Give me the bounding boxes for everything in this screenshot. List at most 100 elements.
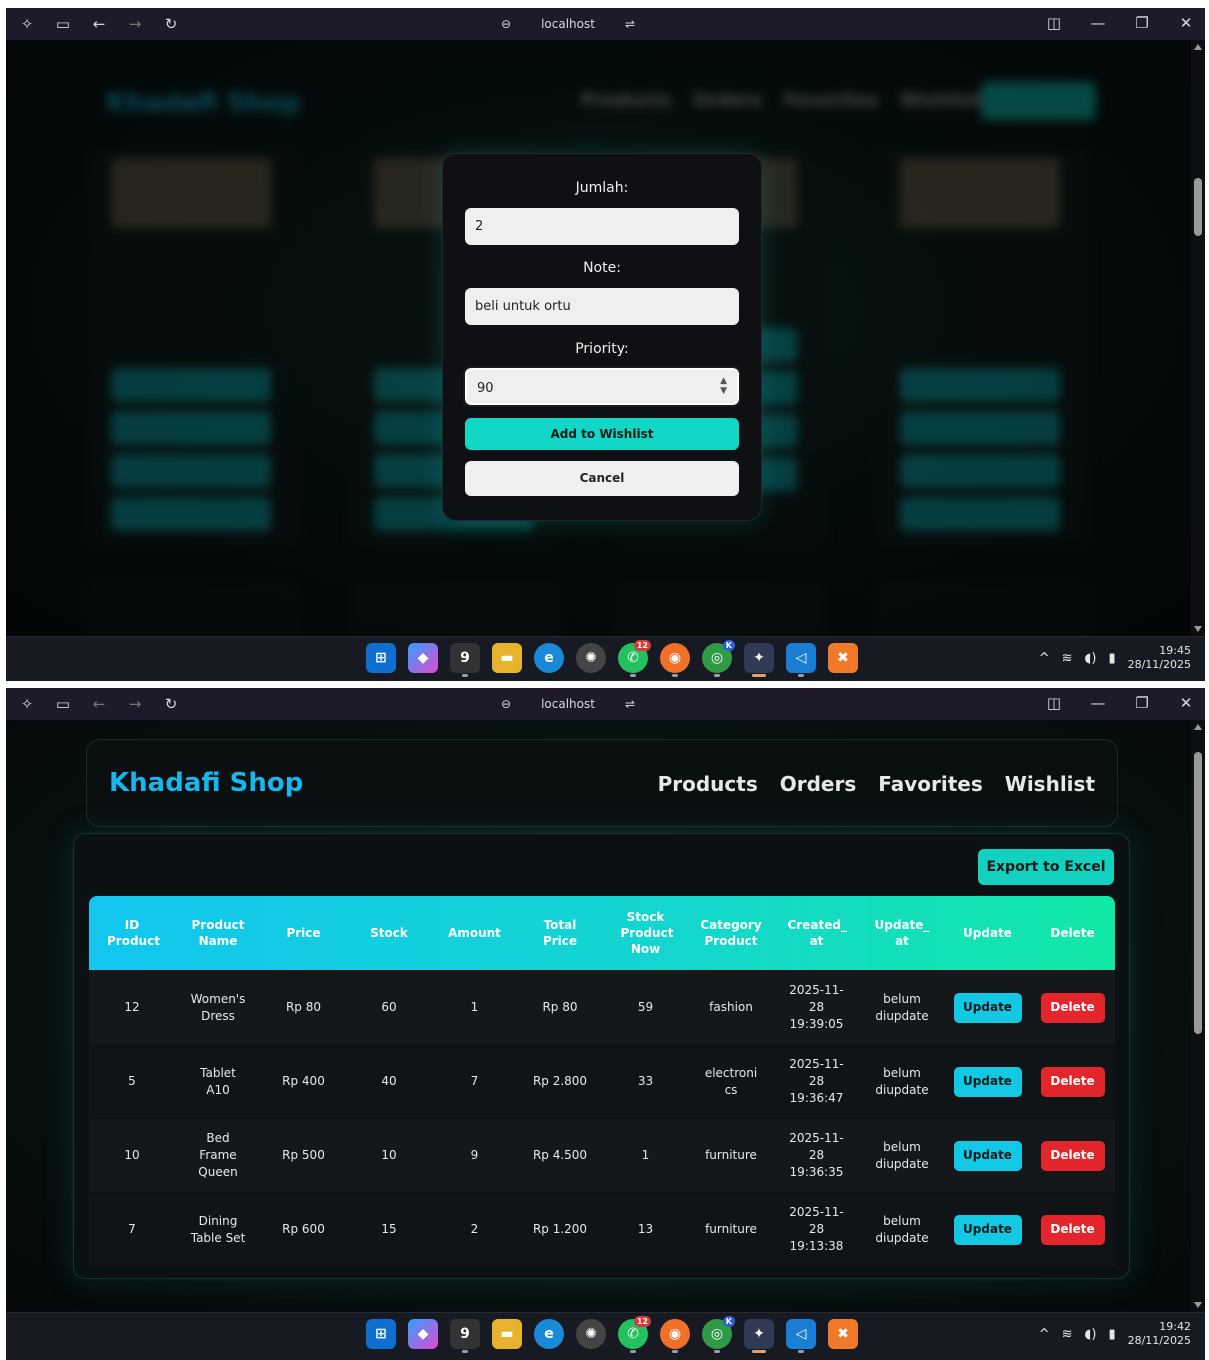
nav-products[interactable]: Products — [658, 772, 758, 796]
forward-icon[interactable]: → — [126, 15, 144, 33]
sidebar-icon[interactable]: ▭ — [54, 15, 72, 33]
back-icon[interactable]: ← — [90, 695, 108, 713]
delete-button[interactable]: Delete — [1040, 1214, 1105, 1245]
browser-app-icon[interactable]: ✦ — [744, 1319, 774, 1353]
forward-icon[interactable]: → — [126, 695, 144, 713]
chatgpt-icon[interactable]: ✺ — [576, 643, 606, 673]
cancel-button[interactable]: Cancel — [465, 461, 739, 496]
scroll-up-icon[interactable] — [1194, 44, 1202, 50]
wifi-icon[interactable]: ≋ — [1062, 651, 1073, 666]
chrome-icon[interactable]: ◎ K — [702, 1316, 735, 1353]
close-icon[interactable]: ✕ — [1175, 693, 1197, 713]
edge-icon[interactable]: e — [534, 1319, 564, 1349]
windows-start-icon[interactable]: ⊞ — [366, 1319, 396, 1349]
whatsapp-icon[interactable]: ✆ 12 — [618, 640, 651, 677]
scroll-thumb[interactable] — [1194, 752, 1202, 1034]
export-excel-button[interactable]: Export to Excel — [978, 849, 1114, 885]
tune-icon[interactable]: ⇌ — [625, 696, 635, 712]
delete-button[interactable]: Delete — [1040, 992, 1105, 1023]
browser-app-icon[interactable]: ✦ — [744, 643, 774, 677]
refresh-icon[interactable]: ↻ — [162, 15, 180, 33]
battery-icon[interactable]: ▮ — [1108, 1327, 1115, 1342]
refresh-icon[interactable]: ↻ — [162, 695, 180, 713]
cell-stock-now: 33 — [637, 1074, 654, 1088]
column-header: Stock Product Now — [620, 910, 674, 956]
volume-icon[interactable]: ◖) — [1085, 1327, 1097, 1342]
edge-icon[interactable]: e — [534, 643, 564, 673]
file-explorer-icon[interactable]: ▬ — [492, 643, 522, 673]
windows-start-icon[interactable]: ⊞ — [366, 643, 396, 673]
chevron-up-icon[interactable]: ^ — [1039, 651, 1050, 666]
wifi-icon[interactable]: ≋ — [1062, 1327, 1073, 1342]
copilot-icon[interactable]: ◆ — [408, 1319, 438, 1349]
g-app-icon[interactable]: 9 — [450, 1319, 480, 1353]
link-icon[interactable]: ⊖ — [501, 696, 511, 712]
scroll-up-icon[interactable] — [1194, 724, 1202, 730]
delete-button[interactable]: Delete — [1040, 1140, 1105, 1171]
volume-icon[interactable]: ◖) — [1085, 651, 1097, 666]
update-button[interactable]: Update — [953, 992, 1022, 1023]
cell-category: furniture — [705, 1222, 757, 1236]
sidebar-icon[interactable]: ▭ — [54, 695, 72, 713]
cell-total: Rp 80 — [542, 1000, 578, 1014]
priority-label: Priority: — [575, 341, 629, 357]
cell-stock-now: 59 — [637, 1000, 654, 1014]
cell-category: fashion — [709, 1000, 753, 1014]
page-viewport: Khadafi Shop Products Orders Favorites W… — [6, 720, 1205, 1312]
g-app-icon[interactable]: 9 — [450, 643, 480, 677]
scroll-down-icon[interactable] — [1194, 626, 1202, 632]
whatsapp-icon[interactable]: ✆ 12 — [618, 1316, 651, 1353]
minimize-icon[interactable]: — — [1087, 693, 1109, 713]
nav-favorites[interactable]: Favorites — [878, 772, 983, 796]
clock[interactable]: 19:42 28/11/2025 — [1128, 1320, 1191, 1348]
cell-total: Rp 2.800 — [532, 1074, 588, 1088]
priority-input[interactable]: 90 ▲ ▼ — [463, 366, 741, 407]
cell-update: Update — [945, 1119, 1030, 1192]
close-icon[interactable]: ✕ — [1175, 13, 1197, 33]
cell-stock: 15 — [381, 1222, 397, 1236]
xampp-icon[interactable]: ✖ — [828, 643, 858, 673]
screenshot-wishlist-modal: ✧ ▭ ← → ↻ ⊖ localhost ⇌ ◫ — ❐ ✕ Khadafi … — [6, 8, 1205, 681]
copilot-icon[interactable]: ◆ — [408, 643, 438, 673]
add-to-wishlist-button[interactable]: Add to Wishlist — [465, 418, 739, 450]
restore-icon[interactable]: ❐ — [1131, 693, 1153, 713]
vscode-icon[interactable]: ◁ — [786, 1319, 816, 1353]
cell-created: 2025-11-28 19:36:35 — [789, 1131, 844, 1179]
column-header: Created_ at — [787, 918, 847, 948]
note-input[interactable]: beli untuk ortu — [465, 288, 739, 325]
file-explorer-icon[interactable]: ▬ — [492, 1319, 522, 1349]
minimize-icon[interactable]: — — [1087, 13, 1109, 33]
update-button[interactable]: Update — [953, 1140, 1022, 1171]
scrollbar[interactable] — [1191, 720, 1205, 1312]
tune-icon[interactable]: ⇌ — [625, 16, 635, 32]
chrome-icon[interactable]: ◎ K — [702, 640, 735, 677]
split-icon[interactable]: ◫ — [1043, 693, 1065, 713]
brand-logo[interactable]: Khadafi Shop — [109, 768, 303, 798]
scroll-down-icon[interactable] — [1194, 1302, 1202, 1308]
sparkle-icon[interactable]: ✧ — [18, 15, 36, 33]
vscode-icon[interactable]: ◁ — [786, 643, 816, 677]
chevron-up-icon[interactable]: ^ — [1039, 1327, 1050, 1342]
restore-icon[interactable]: ❐ — [1131, 13, 1153, 33]
address-bar[interactable]: localhost — [541, 16, 595, 32]
nav-wishlist[interactable]: Wishlist — [1005, 772, 1095, 796]
battery-icon[interactable]: ▮ — [1108, 651, 1115, 666]
chatgpt-icon[interactable]: ✺ — [576, 1319, 606, 1349]
xampp-icon[interactable]: ✖ — [828, 1319, 858, 1349]
clock[interactable]: 19:45 28/11/2025 — [1128, 644, 1191, 672]
scrollbar[interactable] — [1191, 40, 1205, 636]
address-bar[interactable]: localhost — [541, 696, 595, 712]
firefox-icon[interactable]: ◉ — [660, 643, 690, 677]
back-icon[interactable]: ← — [90, 15, 108, 33]
link-icon[interactable]: ⊖ — [501, 16, 511, 32]
update-button[interactable]: Update — [953, 1066, 1022, 1097]
delete-button[interactable]: Delete — [1040, 1066, 1105, 1097]
nav-orders[interactable]: Orders — [780, 772, 857, 796]
firefox-icon[interactable]: ◉ — [660, 1319, 690, 1353]
split-icon[interactable]: ◫ — [1043, 13, 1065, 33]
sparkle-icon[interactable]: ✧ — [18, 695, 36, 713]
spinner-icon[interactable]: ▲ ▼ — [720, 376, 727, 396]
jumlah-input[interactable]: 2 — [465, 208, 739, 245]
scroll-thumb[interactable] — [1194, 178, 1202, 236]
update-button[interactable]: Update — [953, 1214, 1022, 1245]
